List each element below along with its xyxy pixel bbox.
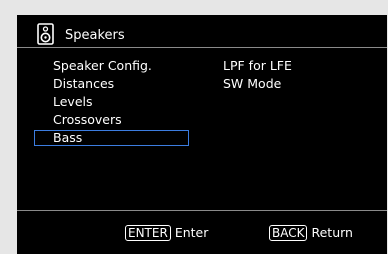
menu-item-speaker-config[interactable]: Speaker Config. [53,58,152,74]
menu-item-levels[interactable]: Levels [53,94,93,110]
header-divider [17,47,387,48]
back-label: Return [311,225,353,240]
menu-item-crossovers[interactable]: Crossovers [53,112,122,128]
footer-back[interactable]: BACK Return [269,225,353,241]
menu-item-sw-mode[interactable]: SW Mode [223,76,281,92]
enter-label: Enter [174,225,209,240]
menu-item-lpf-for-lfe[interactable]: LPF for LFE [223,58,292,74]
back-key-icon: BACK [269,225,308,241]
menu-item-distances[interactable]: Distances [53,76,114,92]
menu-item-bass[interactable]: Bass [34,130,189,146]
title-bar: Speakers [17,15,387,46]
footer-divider [17,210,387,211]
page-title: Speakers [65,28,125,43]
enter-key-icon: ENTER [125,225,171,241]
speaker-icon [37,23,54,45]
osd-screen: Speakers Speaker Config. Distances Level… [17,15,387,254]
footer-enter[interactable]: ENTER Enter [125,225,208,241]
